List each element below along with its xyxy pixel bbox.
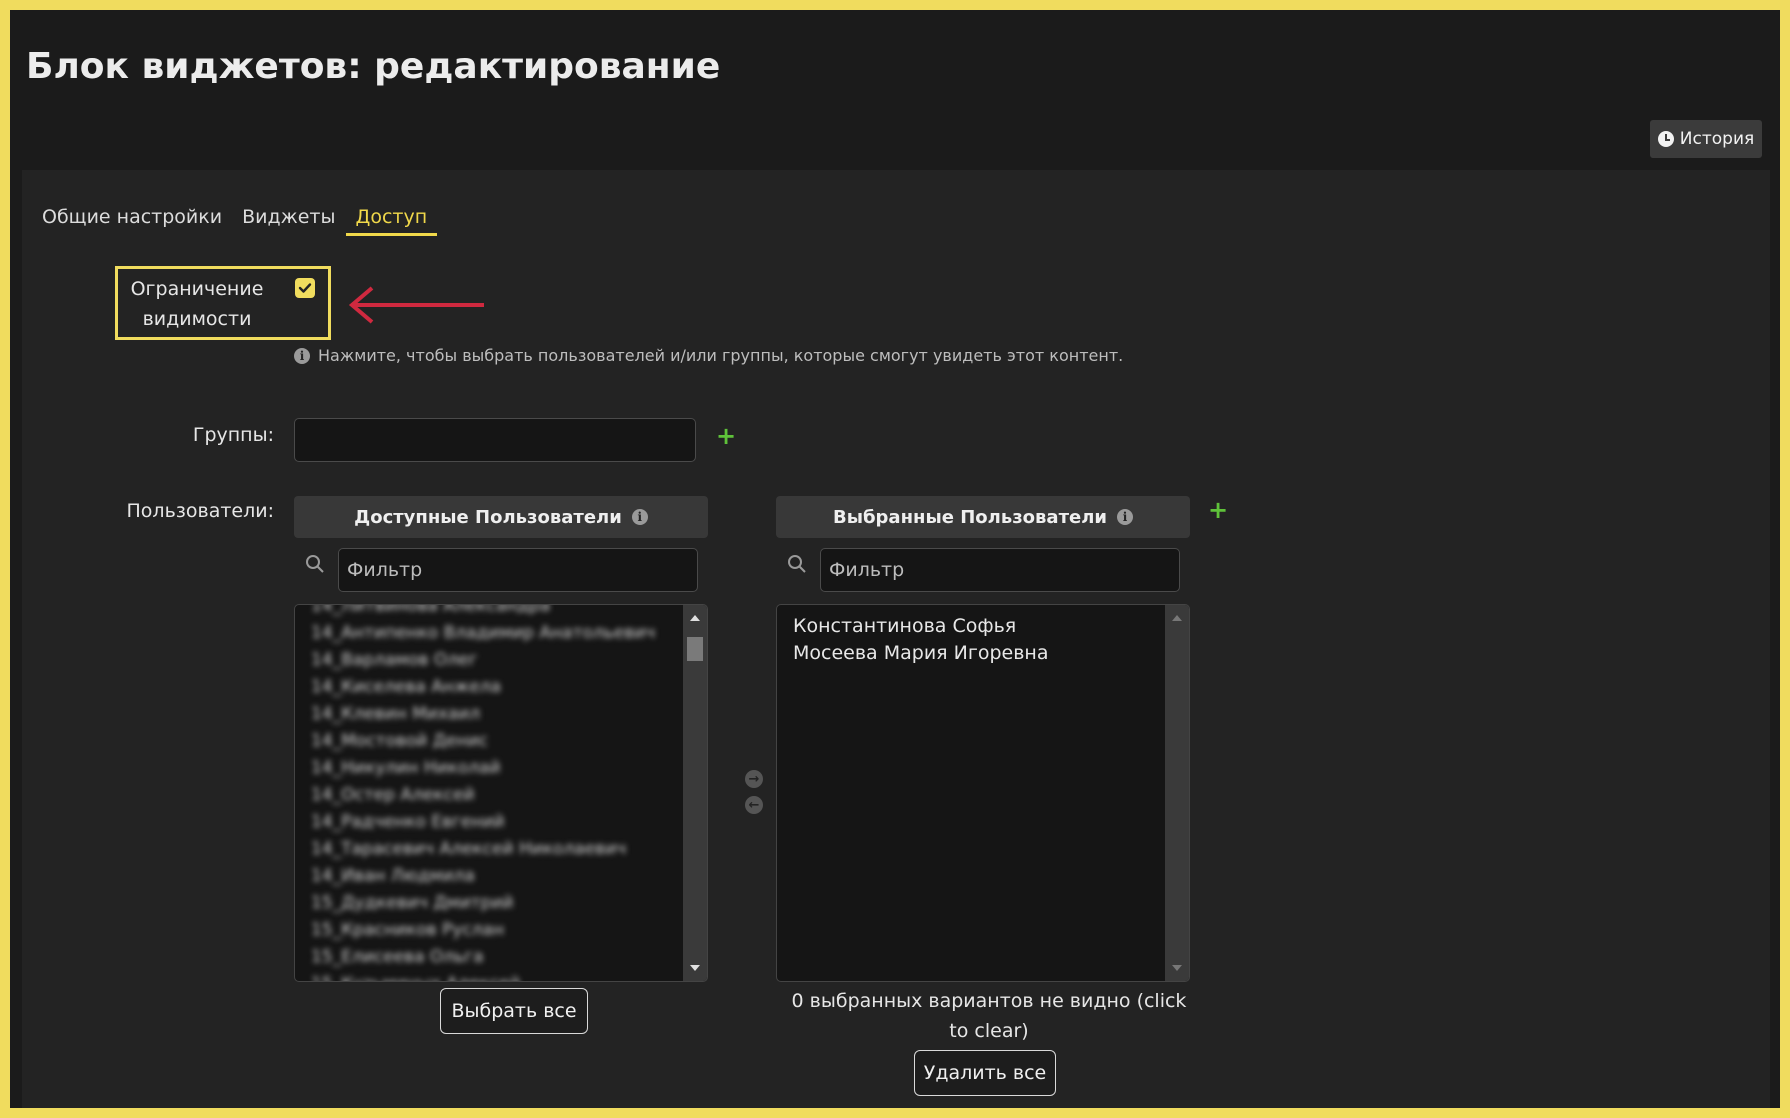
visibility-restriction-checkbox[interactable] <box>295 278 315 298</box>
groups-input[interactable] <box>294 418 696 462</box>
add-group-plus-icon[interactable]: + <box>716 422 736 450</box>
list-item[interactable]: 14_Киселева Анжела <box>311 674 677 701</box>
tab-widgets[interactable]: Виджеты <box>232 206 345 236</box>
hidden-selected-note[interactable]: 0 выбранных вариантов не видно (click to… <box>782 986 1196 1046</box>
history-button[interactable]: История <box>1650 120 1762 158</box>
check-icon <box>298 283 312 293</box>
visibility-hint-text: Нажмите, чтобы выбрать пользователей и/и… <box>318 346 1124 365</box>
selected-users-items: Константинова Софья Мосеева Мария Игорев… <box>793 613 1159 667</box>
list-item[interactable]: Мосеева Мария Игоревна <box>793 640 1159 667</box>
list-item[interactable]: 15_Красников Руслан <box>311 917 677 944</box>
groups-label: Группы: <box>192 424 274 446</box>
move-right-icon[interactable]: → <box>745 770 763 788</box>
search-icon <box>306 555 324 573</box>
available-users-scrollbar[interactable] <box>683 605 707 981</box>
move-left-icon[interactable]: ← <box>745 796 763 814</box>
list-item[interactable]: 15_Елисеева Ольга <box>311 944 677 971</box>
scroll-up-icon[interactable] <box>690 615 700 621</box>
list-item[interactable]: 14_Никулин Николай <box>311 755 677 782</box>
selected-users-scrollbar[interactable] <box>1165 605 1189 981</box>
clock-icon <box>1657 131 1674 147</box>
app-window: Блок виджетов: редактирование История Об… <box>10 10 1780 1108</box>
select-all-button[interactable]: Выбрать все <box>440 988 588 1034</box>
list-item[interactable]: 14_Иван Людмила <box>311 863 677 890</box>
tab-general-settings[interactable]: Общие настройки <box>32 206 232 236</box>
selected-users-title: Выбранные Пользователи <box>832 506 1108 528</box>
visibility-restriction-label: Ограничение видимости <box>130 278 264 330</box>
users-label: Пользователи: <box>126 500 274 522</box>
search-icon <box>788 555 806 573</box>
info-icon: i <box>294 347 310 364</box>
selected-users-filter[interactable] <box>820 548 1180 592</box>
list-item[interactable]: 14_Остер Алексей <box>311 782 677 809</box>
list-item[interactable]: 14_Антипенко Владимир Анатольевич <box>311 620 677 647</box>
add-user-plus-icon[interactable]: + <box>1208 496 1228 524</box>
list-item[interactable]: 14_Мостовой Денис <box>311 728 677 755</box>
list-item[interactable]: 15_Кузьминых Алексей <box>311 971 677 981</box>
available-users-header: Доступные Пользователи i <box>294 496 708 538</box>
tab-access[interactable]: Доступ <box>345 206 438 236</box>
edit-panel: Общие настройки Виджеты Доступ Ограничен… <box>22 170 1770 1108</box>
list-item[interactable]: 14_Тарасевич Алексей Николаевич <box>311 836 677 863</box>
remove-all-button[interactable]: Удалить все <box>914 1050 1056 1096</box>
available-users-filter[interactable] <box>338 548 698 592</box>
list-item[interactable]: 15_Дудкевич Дмитрий <box>311 890 677 917</box>
list-item[interactable]: 14_Варламов Олег <box>311 647 677 674</box>
page-title: Блок виджетов: редактирование <box>26 46 721 87</box>
available-users-list[interactable]: 14_Литвинова Александра 14_Антипенко Вла… <box>294 604 708 982</box>
info-icon[interactable]: i <box>1117 509 1134 525</box>
info-icon[interactable]: i <box>631 509 648 525</box>
scroll-up-icon[interactable] <box>1172 615 1182 621</box>
selected-users-header: Выбранные Пользователи i <box>776 496 1190 538</box>
visibility-hint: i Нажмите, чтобы выбрать пользователей и… <box>294 346 1123 365</box>
selected-users-list[interactable]: Константинова Софья Мосеева Мария Игорев… <box>776 604 1190 982</box>
scroll-down-icon[interactable] <box>690 965 700 971</box>
list-item[interactable]: 14_Радченко Евгений <box>311 809 677 836</box>
scroll-down-icon[interactable] <box>1172 965 1182 971</box>
history-button-label: История <box>1679 129 1755 149</box>
scroll-thumb[interactable] <box>687 637 703 661</box>
list-item[interactable]: Константинова Софья <box>793 613 1159 640</box>
available-users-items: 14_Литвинова Александра 14_Антипенко Вла… <box>311 605 677 981</box>
list-item[interactable]: 14_Клевин Михаил <box>311 701 677 728</box>
annotation-arrow-icon <box>348 286 484 324</box>
list-item[interactable]: 14_Литвинова Александра <box>311 605 677 620</box>
available-users-title: Доступные Пользователи <box>354 506 622 528</box>
tab-bar: Общие настройки Виджеты Доступ <box>32 206 438 236</box>
